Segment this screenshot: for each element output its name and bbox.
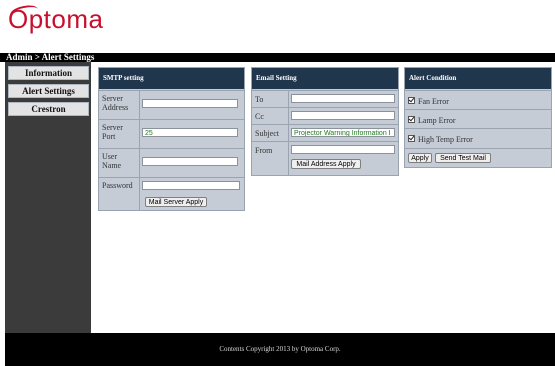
server-address-field[interactable] xyxy=(142,99,238,108)
breadcrumb-bar: Admin > Alert Settings xyxy=(0,53,555,62)
subject-row: Subject Projector Warning Information Ⅰ xyxy=(252,124,398,142)
copyright-text: Contents Copyright 2013 by Optoma Corp. xyxy=(219,345,341,353)
smtp-setting-panel: SMTP setting Server Address Server Port … xyxy=(98,67,245,211)
server-port-field[interactable]: 25 xyxy=(142,128,238,137)
fan-error-label: Fan Error xyxy=(418,97,449,106)
password-label: Password xyxy=(102,181,133,190)
cc-field[interactable] xyxy=(291,111,395,120)
sidebar-item-alert-settings[interactable]: Alert Settings xyxy=(8,84,89,98)
breadcrumb: Admin > Alert Settings xyxy=(6,52,95,62)
server-address-row: Server Address xyxy=(99,90,244,120)
fan-error-row: Fan Error xyxy=(405,90,551,110)
cc-row: Cc xyxy=(252,107,398,125)
subject-field[interactable]: Projector Warning Information Ⅰ xyxy=(291,128,395,137)
sidebar-item-crestron[interactable]: Crestron xyxy=(8,102,89,116)
password-field[interactable] xyxy=(142,181,240,190)
server-port-row: Server Port 25 xyxy=(99,119,244,149)
high-temp-error-label: High Temp Error xyxy=(418,135,473,144)
alert-apply-button[interactable]: Apply xyxy=(408,153,432,163)
from-label: From xyxy=(255,146,273,155)
optoma-logo: Optoma xyxy=(8,4,104,34)
to-field[interactable] xyxy=(291,94,395,103)
send-test-mail-button[interactable]: Send Test Mail xyxy=(435,153,491,163)
password-row: Password Mail Server Apply xyxy=(99,177,244,211)
email-setting-panel: Email Setting To Cc Subject Projector Wa… xyxy=(251,67,399,176)
fan-error-checkbox[interactable] xyxy=(408,97,415,104)
user-name-label: User Name xyxy=(102,152,122,170)
to-row: To xyxy=(252,90,398,108)
lamp-error-row: Lamp Error xyxy=(405,109,551,129)
footer: Contents Copyright 2013 by Optoma Corp. xyxy=(5,333,555,366)
cc-label: Cc xyxy=(255,112,264,121)
from-row: From Mail Address Apply xyxy=(252,141,398,176)
mail-server-apply-button[interactable]: Mail Server Apply xyxy=(145,197,207,207)
high-temp-error-checkbox[interactable] xyxy=(408,135,415,142)
sidebar-item-information[interactable]: Information xyxy=(8,66,89,80)
to-label: To xyxy=(255,95,264,104)
server-address-label: Server Address xyxy=(102,94,129,112)
main-content: SMTP setting Server Address Server Port … xyxy=(91,62,555,333)
email-setting-title: Email Setting xyxy=(252,68,398,89)
user-name-row: User Name xyxy=(99,148,244,178)
from-field[interactable] xyxy=(291,145,395,154)
alert-condition-panel: Alert Condition Fan Error Lamp Error Hig… xyxy=(404,67,552,168)
server-port-label: Server Port xyxy=(102,123,123,141)
subject-label: Subject xyxy=(255,129,279,138)
lamp-error-label: Lamp Error xyxy=(418,116,456,125)
user-name-field[interactable] xyxy=(142,157,238,166)
alert-condition-title: Alert Condition xyxy=(405,68,551,89)
sidebar: Information Alert Settings Crestron xyxy=(5,62,91,333)
header-bar: Optoma xyxy=(0,0,555,48)
mail-address-apply-button[interactable]: Mail Address Apply xyxy=(291,159,361,169)
high-temp-error-row: High Temp Error xyxy=(405,128,551,149)
lamp-error-checkbox[interactable] xyxy=(408,116,415,123)
alert-actions-row: Apply Send Test Mail xyxy=(405,148,551,168)
smtp-setting-title: SMTP setting xyxy=(99,68,244,89)
